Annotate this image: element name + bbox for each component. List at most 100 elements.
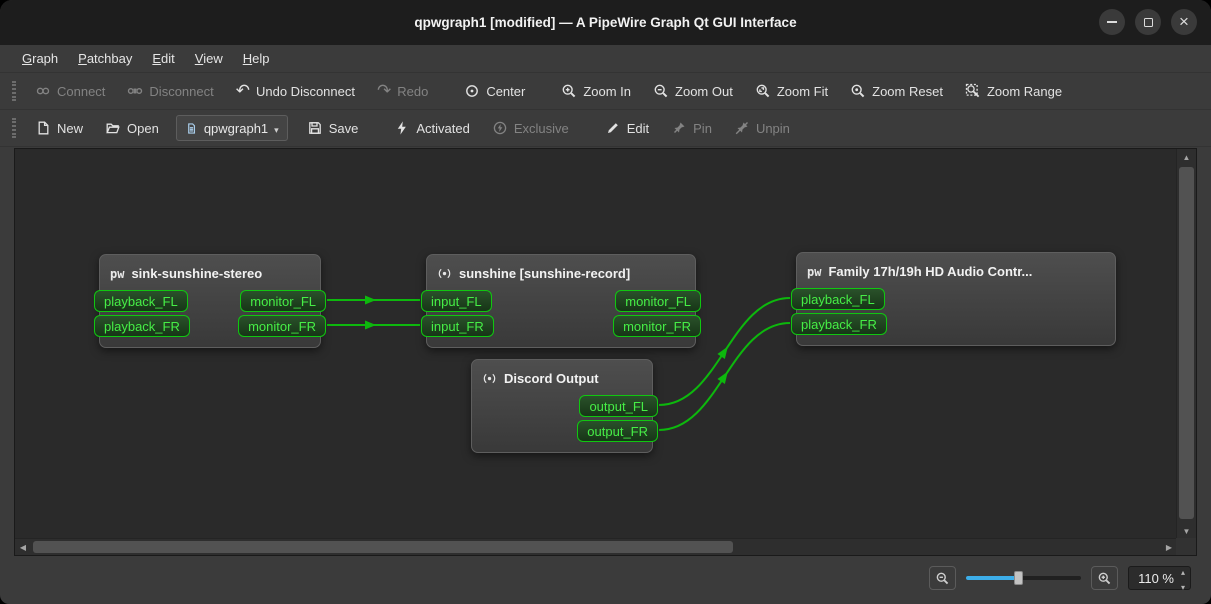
disconnect-icon (127, 83, 143, 99)
edit-button[interactable]: Edit (596, 114, 658, 142)
zoom-reset-icon (850, 83, 866, 99)
app-window: qpwgraph1 [modified] — A PipeWire Graph … (0, 0, 1211, 604)
port-playback_FL[interactable]: playback_FL (791, 288, 885, 310)
port-playback_FR[interactable]: playback_FR (791, 313, 887, 335)
undo-disconnect-button[interactable]: Undo Disconnect (227, 77, 364, 105)
exclusive-button[interactable]: Exclusive (483, 114, 578, 142)
port-output_FR[interactable]: output_FR (577, 420, 658, 442)
menu-edit[interactable]: Edit (142, 47, 184, 70)
unpin-button[interactable]: Unpin (725, 114, 799, 142)
node-family-hd-audio[interactable]: pw Family 17h/19h HD Audio Contr... play… (791, 252, 1116, 346)
disconnect-label: Disconnect (149, 83, 214, 99)
port-input_FR[interactable]: input_FR (421, 315, 494, 337)
port-monitor_FL[interactable]: monitor_FL (240, 290, 326, 312)
port-playback_FR[interactable]: playback_FR (94, 315, 190, 337)
statusbar-zoom-out-button[interactable] (929, 566, 957, 590)
zoom-fit-icon (755, 83, 771, 99)
connect-icon (35, 83, 51, 99)
menu-graph[interactable]: Graph (12, 47, 68, 70)
connect-button[interactable]: Connect (26, 77, 114, 105)
node-header: Discord Output (472, 360, 652, 395)
scroll-down-arrow[interactable] (1177, 523, 1196, 539)
zoom-fit-button[interactable]: Zoom Fit (746, 77, 837, 105)
graph-canvas[interactable]: pw sink-sunshine-stereo playback_FL moni… (15, 149, 1177, 538)
port-playback_FL[interactable]: playback_FL (94, 290, 188, 312)
port-output_FL[interactable]: output_FL (579, 395, 658, 417)
pin-button[interactable]: Pin (662, 114, 721, 142)
zoom-in-button[interactable]: Zoom In (552, 77, 640, 105)
menubar: Graph Patchbay Edit View Help (0, 45, 1211, 73)
open-label: Open (127, 120, 159, 136)
node-sunshine-record[interactable]: sunshine [sunshine-record] input_FL moni… (421, 254, 701, 348)
save-icon (307, 120, 323, 136)
zoom-range-button[interactable]: Zoom Range (956, 77, 1071, 105)
node-title: sunshine [sunshine-record] (459, 266, 631, 281)
zoom-spinbox[interactable]: 110 % (1128, 566, 1191, 590)
wire-arrow-icon (717, 371, 728, 384)
pin-icon (671, 122, 685, 136)
node-title: Family 17h/19h HD Audio Contr... (828, 264, 1033, 279)
menu-help[interactable]: Help (233, 47, 280, 70)
redo-button[interactable]: Redo (368, 77, 437, 105)
zoom-in-icon (1097, 571, 1112, 586)
exclusive-label: Exclusive (513, 120, 569, 136)
wire-arrow-icon (365, 295, 376, 305)
vertical-scrollbar-handle[interactable] (1179, 167, 1194, 519)
port-monitor_FR[interactable]: monitor_FR (613, 315, 701, 337)
record-app-icon (438, 268, 451, 279)
port-input_FL[interactable]: input_FL (421, 290, 492, 312)
horizontal-scrollbar[interactable] (15, 538, 1177, 555)
toolbar-drag-handle[interactable] (12, 118, 16, 138)
disconnect-button[interactable]: Disconnect (118, 77, 222, 105)
zoom-slider[interactable] (966, 568, 1082, 588)
zoom-reset-button[interactable]: Zoom Reset (841, 77, 952, 105)
scrollbar-corner (1176, 538, 1196, 555)
menu-view[interactable]: View (185, 47, 233, 70)
scroll-right-arrow[interactable] (1161, 539, 1177, 555)
activated-button[interactable]: Activated (385, 114, 478, 142)
port-monitor_FL[interactable]: monitor_FL (615, 290, 701, 312)
minimize-button[interactable] (1099, 9, 1125, 35)
new-button[interactable]: New (26, 114, 92, 142)
zoom-spinbox-value[interactable]: 110 % (1138, 571, 1174, 586)
spin-up-arrow[interactable] (1181, 563, 1185, 578)
menu-patchbay[interactable]: Patchbay (68, 47, 142, 70)
graph-view-frame: pw sink-sunshine-stereo playback_FL moni… (14, 148, 1197, 556)
open-button[interactable]: Open (96, 114, 168, 142)
statusbar: 110 % (0, 556, 1211, 600)
activated-label: Activated (416, 120, 470, 136)
zoom-range-label: Zoom Range (986, 83, 1063, 99)
center-button[interactable]: Center (455, 77, 534, 105)
scroll-left-arrow[interactable] (15, 539, 31, 555)
zoom-fit-label: Zoom Fit (776, 83, 829, 99)
patchbay-toolbar: New Open qpwgraph1 Save (0, 110, 1211, 147)
minimize-icon (1107, 21, 1117, 23)
chevron-down-icon (274, 121, 279, 136)
zoom-in-icon (561, 83, 577, 99)
vertical-scrollbar[interactable] (1176, 149, 1196, 539)
window-title: qpwgraph1 [modified] — A PipeWire Graph … (414, 15, 797, 30)
new-label: New (57, 120, 84, 136)
save-button[interactable]: Save (298, 114, 368, 142)
maximize-button[interactable] (1135, 9, 1161, 35)
node-header: sunshine [sunshine-record] (427, 255, 695, 290)
zoom-slider-fill (966, 576, 1019, 580)
scroll-up-arrow[interactable] (1177, 149, 1196, 165)
connect-label: Connect (57, 83, 106, 99)
wire-arrow-icon (365, 320, 376, 330)
node-sink-sunshine-stereo[interactable]: pw sink-sunshine-stereo playback_FL moni… (94, 254, 326, 348)
close-button[interactable] (1171, 9, 1197, 35)
patchbay-combo-value: qpwgraph1 (203, 120, 269, 136)
patchbay-combo[interactable]: qpwgraph1 (175, 115, 288, 141)
zoom-out-button[interactable]: Zoom Out (644, 77, 742, 105)
node-discord-output[interactable]: Discord Output output_FL output_FR (471, 359, 658, 453)
port-monitor_FR[interactable]: monitor_FR (238, 315, 326, 337)
spin-down-arrow[interactable] (1181, 578, 1185, 593)
titlebar[interactable]: qpwgraph1 [modified] — A PipeWire Graph … (0, 0, 1211, 45)
toolbar-drag-handle[interactable] (12, 81, 16, 101)
horizontal-scrollbar-handle[interactable] (33, 541, 733, 553)
save-label: Save (328, 120, 359, 136)
statusbar-zoom-in-button[interactable] (1091, 566, 1119, 590)
zoom-reset-label: Zoom Reset (872, 83, 943, 99)
zoom-slider-handle[interactable] (1014, 571, 1024, 585)
